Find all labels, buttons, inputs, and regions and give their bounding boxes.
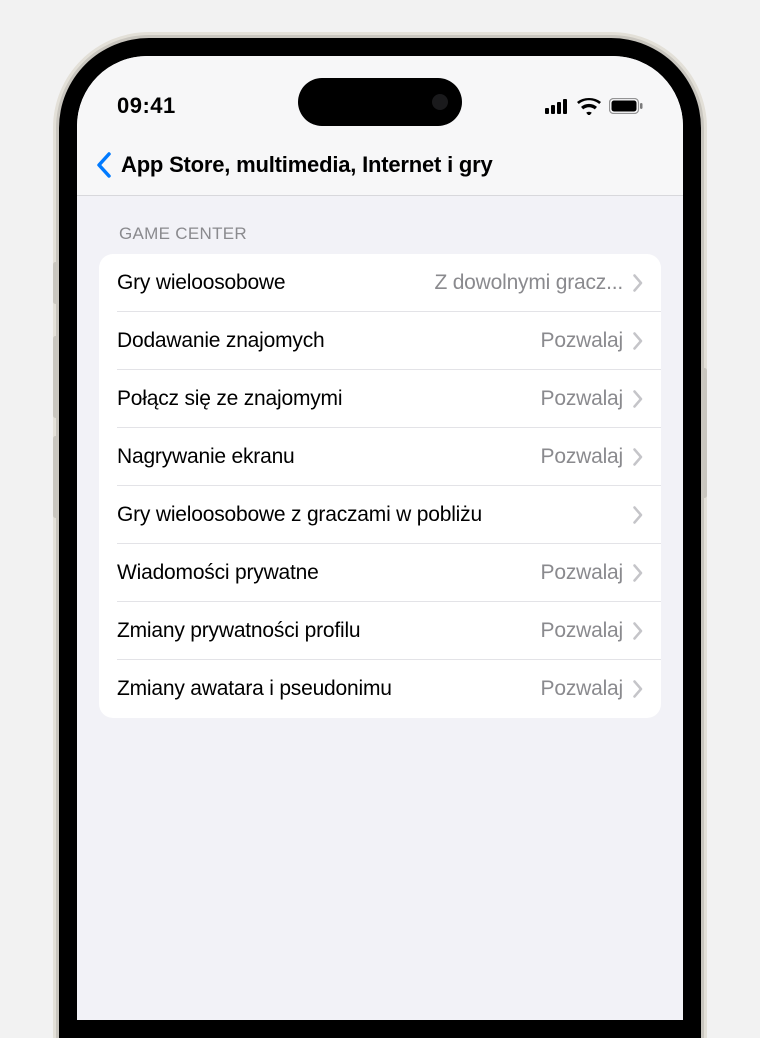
row-screen-recording[interactable]: Nagrywanie ekranu Pozwalaj (99, 428, 661, 486)
chevron-right-icon (633, 506, 643, 524)
chevron-right-icon (633, 622, 643, 640)
row-label: Gry wieloosobowe z graczami w pobliżu (117, 503, 482, 527)
power-button (702, 368, 707, 498)
row-value: Pozwalaj (541, 619, 623, 643)
chevron-right-icon (633, 564, 643, 582)
page-title: App Store, multimedia, Internet i gry (121, 152, 493, 178)
status-icons (503, 97, 643, 115)
chevron-right-icon (633, 680, 643, 698)
row-private-messages[interactable]: Wiadomości prywatne Pozwalaj (99, 544, 661, 602)
row-label: Zmiany prywatności profilu (117, 619, 360, 643)
status-time: 09:41 (117, 93, 257, 119)
wifi-icon (577, 97, 601, 115)
volume-up-button (53, 336, 58, 418)
dynamic-island (298, 78, 462, 126)
chevron-left-icon (96, 152, 112, 178)
row-adding-friends[interactable]: Dodawanie znajomych Pozwalaj (99, 312, 661, 370)
silence-switch (53, 262, 58, 304)
row-value: Pozwalaj (541, 387, 623, 411)
row-nearby-multiplayer[interactable]: Gry wieloosobowe z graczami w pobliżu (99, 486, 661, 544)
row-label: Połącz się ze znajomymi (117, 387, 342, 411)
battery-icon (609, 98, 643, 114)
row-connect-friends[interactable]: Połącz się ze znajomymi Pozwalaj (99, 370, 661, 428)
chevron-right-icon (633, 274, 643, 292)
back-button[interactable] (89, 145, 119, 185)
row-value: Pozwalaj (541, 445, 623, 469)
row-label: Dodawanie znajomych (117, 329, 324, 353)
volume-down-button (53, 436, 58, 518)
row-value: Pozwalaj (541, 561, 623, 585)
row-label: Zmiany awatara i pseudonimu (117, 677, 392, 701)
screen: 09:41 App Store, multimed (77, 56, 683, 1020)
row-value: Pozwalaj (541, 329, 623, 353)
row-value: Z dowolnymi gracz... (434, 271, 623, 295)
row-multiplayer-games[interactable]: Gry wieloosobowe Z dowolnymi gracz... (99, 254, 661, 312)
row-label: Gry wieloosobowe (117, 271, 285, 295)
cellular-icon (545, 98, 569, 114)
phone-frame: 09:41 App Store, multimed (59, 38, 701, 1038)
settings-list: Gry wieloosobowe Z dowolnymi gracz... Do… (99, 254, 661, 718)
row-value: Pozwalaj (541, 677, 623, 701)
row-label: Wiadomości prywatne (117, 561, 319, 585)
row-avatar-nickname-changes[interactable]: Zmiany awatara i pseudonimu Pozwalaj (99, 660, 661, 718)
chevron-right-icon (633, 390, 643, 408)
section-header: GAME CENTER (99, 224, 661, 254)
chevron-right-icon (633, 332, 643, 350)
row-label: Nagrywanie ekranu (117, 445, 295, 469)
nav-bar: App Store, multimedia, Internet i gry (77, 134, 683, 196)
chevron-right-icon (633, 448, 643, 466)
content-area: GAME CENTER Gry wieloosobowe Z dowolnymi… (77, 196, 683, 746)
row-profile-privacy-changes[interactable]: Zmiany prywatności profilu Pozwalaj (99, 602, 661, 660)
